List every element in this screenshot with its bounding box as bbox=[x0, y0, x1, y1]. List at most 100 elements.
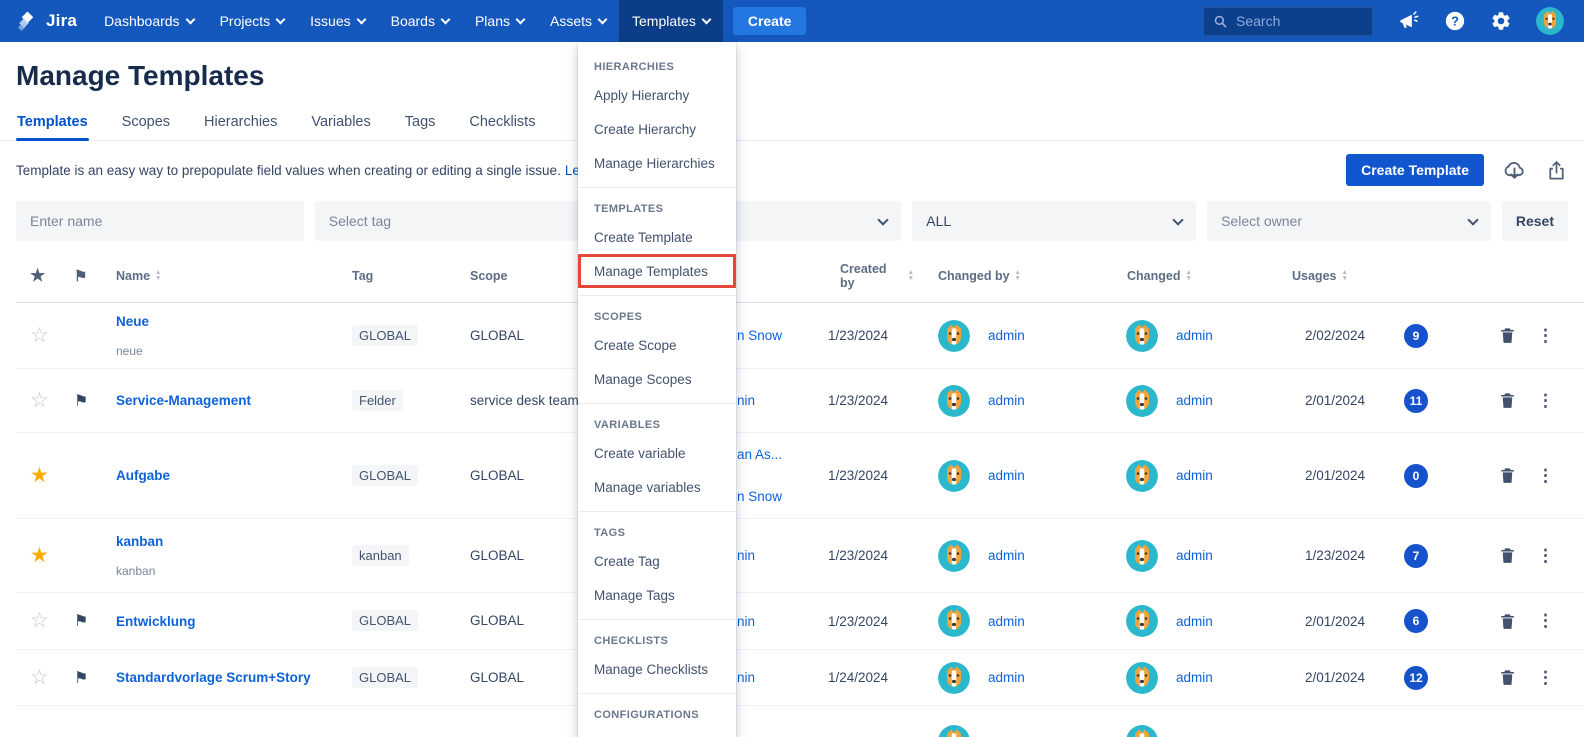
tab-tags[interactable]: Tags bbox=[404, 106, 437, 140]
owner-link[interactable]: nin bbox=[737, 670, 816, 685]
created-by-link[interactable]: admin bbox=[988, 614, 1025, 629]
column-header-name[interactable]: Name ▲ ▼ bbox=[102, 269, 340, 283]
created-by-link[interactable]: admin bbox=[988, 670, 1025, 685]
tab-hierarchies[interactable]: Hierarchies bbox=[203, 106, 278, 140]
menu-item-manage-scopes[interactable]: Manage Scopes bbox=[578, 362, 736, 396]
name-filter-input[interactable] bbox=[30, 213, 290, 229]
search-input[interactable] bbox=[1236, 13, 1351, 29]
nav-item-assets[interactable]: Assets bbox=[537, 0, 619, 42]
flag-icon[interactable]: ⚑ bbox=[74, 393, 88, 410]
changed-by-link[interactable]: admin bbox=[1176, 670, 1213, 685]
star-outline-icon[interactable]: ☆ bbox=[30, 666, 49, 689]
owner-link[interactable]: n Snow bbox=[737, 328, 816, 343]
changed-by-link[interactable]: admin bbox=[1176, 468, 1213, 483]
create-button[interactable]: Create bbox=[732, 7, 807, 35]
menu-item-manage-variables[interactable]: Manage variables bbox=[578, 470, 736, 504]
more-options-kebab-icon[interactable]: ⋮ bbox=[1537, 668, 1554, 688]
star-filled-icon[interactable]: ★ bbox=[30, 464, 49, 487]
column-header-changed[interactable]: Changed ▲ ▼ bbox=[1102, 269, 1280, 283]
delete-trash-icon[interactable] bbox=[1498, 668, 1517, 687]
sort-arrows-icon: ▲▼ bbox=[1341, 269, 1348, 282]
announcements-icon[interactable] bbox=[1397, 10, 1420, 33]
owner-link[interactable]: nin bbox=[737, 548, 816, 563]
created-by-link[interactable]: admin bbox=[988, 468, 1025, 483]
created-by-link[interactable]: admin bbox=[988, 328, 1025, 343]
flag-icon[interactable]: ⚑ bbox=[74, 613, 88, 630]
tab-templates[interactable]: Templates bbox=[16, 106, 89, 141]
more-options-kebab-icon[interactable]: ⋮ bbox=[1537, 546, 1554, 566]
menu-item-apply-hierarchy[interactable]: Apply Hierarchy bbox=[578, 78, 736, 112]
menu-item-create-variable[interactable]: Create variable bbox=[578, 436, 736, 470]
star-outline-icon[interactable]: ☆ bbox=[30, 389, 49, 412]
import-download-icon[interactable] bbox=[1502, 158, 1527, 183]
user-avatar[interactable] bbox=[1536, 7, 1564, 35]
name-filter[interactable] bbox=[16, 201, 304, 241]
header-flag-icon[interactable]: ⚑ bbox=[60, 267, 102, 285]
dog-avatar-icon bbox=[938, 724, 970, 737]
changed-by-link[interactable]: admin bbox=[1176, 614, 1213, 629]
nav-item-boards[interactable]: Boards bbox=[378, 0, 462, 42]
owner-link[interactable]: an As... bbox=[737, 447, 816, 462]
column-header-created-by[interactable]: Created by ▲ ▼ bbox=[816, 262, 914, 290]
column-header-tag[interactable]: Tag bbox=[340, 269, 458, 283]
export-share-icon[interactable] bbox=[1545, 159, 1568, 182]
search-box[interactable] bbox=[1203, 6, 1373, 36]
changed-by-link[interactable]: admin bbox=[1176, 328, 1213, 343]
tab-checklists[interactable]: Checklists bbox=[468, 106, 536, 140]
menu-item-permissions[interactable]: Permissions bbox=[578, 726, 736, 737]
changed-by-link[interactable]: admin bbox=[1176, 548, 1213, 563]
tab-scopes[interactable]: Scopes bbox=[121, 106, 171, 140]
delete-trash-icon[interactable] bbox=[1498, 466, 1517, 485]
more-options-kebab-icon[interactable]: ⋮ bbox=[1537, 611, 1554, 631]
star-outline-icon[interactable]: ☆ bbox=[30, 609, 49, 632]
menu-item-manage-tags[interactable]: Manage Tags bbox=[578, 578, 736, 612]
created-by-link[interactable]: admin bbox=[988, 393, 1025, 408]
templates-table: ★⚑Name▲▼TagScopeCreated▲▼Created by▲▼Cha… bbox=[0, 249, 1584, 737]
nav-item-dashboards[interactable]: Dashboards bbox=[91, 0, 207, 42]
more-options-kebab-icon[interactable]: ⋮ bbox=[1537, 391, 1554, 411]
delete-trash-icon[interactable] bbox=[1498, 546, 1517, 565]
menu-item-manage-checklists[interactable]: Manage Checklists bbox=[578, 652, 736, 686]
menu-item-manage-hierarchies[interactable]: Manage Hierarchies bbox=[578, 146, 736, 180]
more-options-kebab-icon[interactable]: ⋮ bbox=[1537, 466, 1554, 486]
template-name-link[interactable]: kanban bbox=[116, 534, 340, 549]
menu-item-create-template[interactable]: Create Template bbox=[578, 220, 736, 254]
changed-by-link[interactable]: admin bbox=[1176, 393, 1213, 408]
template-name-link[interactable]: Aufgabe bbox=[116, 468, 340, 483]
owner-link[interactable]: nin bbox=[737, 393, 816, 408]
nav-item-issues[interactable]: Issues bbox=[297, 0, 377, 42]
star-outline-icon[interactable]: ☆ bbox=[30, 324, 49, 347]
nav-item-plans[interactable]: Plans bbox=[462, 0, 537, 42]
delete-trash-icon[interactable] bbox=[1498, 612, 1517, 631]
created-by-link[interactable]: admin bbox=[988, 548, 1025, 563]
owner-link[interactable]: nin bbox=[737, 614, 816, 629]
template-name-link[interactable]: Entwicklung bbox=[116, 614, 340, 629]
template-name-link[interactable]: Neue bbox=[116, 314, 340, 329]
template-name-link[interactable]: Standardvorlage Scrum+Story bbox=[116, 670, 340, 685]
status-filter-select[interactable]: ALL bbox=[912, 201, 1197, 241]
delete-trash-icon[interactable] bbox=[1498, 391, 1517, 410]
star-filled-icon[interactable]: ★ bbox=[30, 544, 49, 567]
tag-filter-select[interactable]: Select tag bbox=[314, 201, 603, 241]
column-header-usages[interactable]: Usages ▲ ▼ bbox=[1280, 269, 1392, 283]
jira-logo[interactable]: Jira bbox=[14, 0, 91, 42]
column-header-changed-by[interactable]: Changed by ▲ ▼ bbox=[914, 269, 1102, 283]
template-name-link[interactable]: Service-Management bbox=[116, 393, 340, 408]
flag-icon[interactable]: ⚑ bbox=[74, 670, 88, 687]
menu-item-manage-templates[interactable]: Manage Templates bbox=[578, 254, 736, 288]
header-star-icon[interactable]: ★ bbox=[16, 266, 60, 286]
menu-item-create-hierarchy[interactable]: Create Hierarchy bbox=[578, 112, 736, 146]
owner-link[interactable]: n Snow bbox=[737, 489, 816, 504]
settings-gear-icon[interactable] bbox=[1490, 10, 1512, 32]
help-icon[interactable]: ? bbox=[1444, 10, 1466, 32]
menu-item-create-scope[interactable]: Create Scope bbox=[578, 328, 736, 362]
nav-item-templates[interactable]: Templates bbox=[619, 0, 723, 42]
reset-button[interactable]: Reset bbox=[1501, 201, 1568, 241]
tab-variables[interactable]: Variables bbox=[310, 106, 371, 140]
create-template-button[interactable]: Create Template bbox=[1346, 154, 1484, 186]
nav-item-projects[interactable]: Projects bbox=[207, 0, 298, 42]
menu-item-create-tag[interactable]: Create Tag bbox=[578, 544, 736, 578]
more-options-kebab-icon[interactable]: ⋮ bbox=[1537, 326, 1554, 346]
delete-trash-icon[interactable] bbox=[1498, 326, 1517, 345]
owner-filter-select[interactable]: Select owner bbox=[1207, 201, 1491, 241]
